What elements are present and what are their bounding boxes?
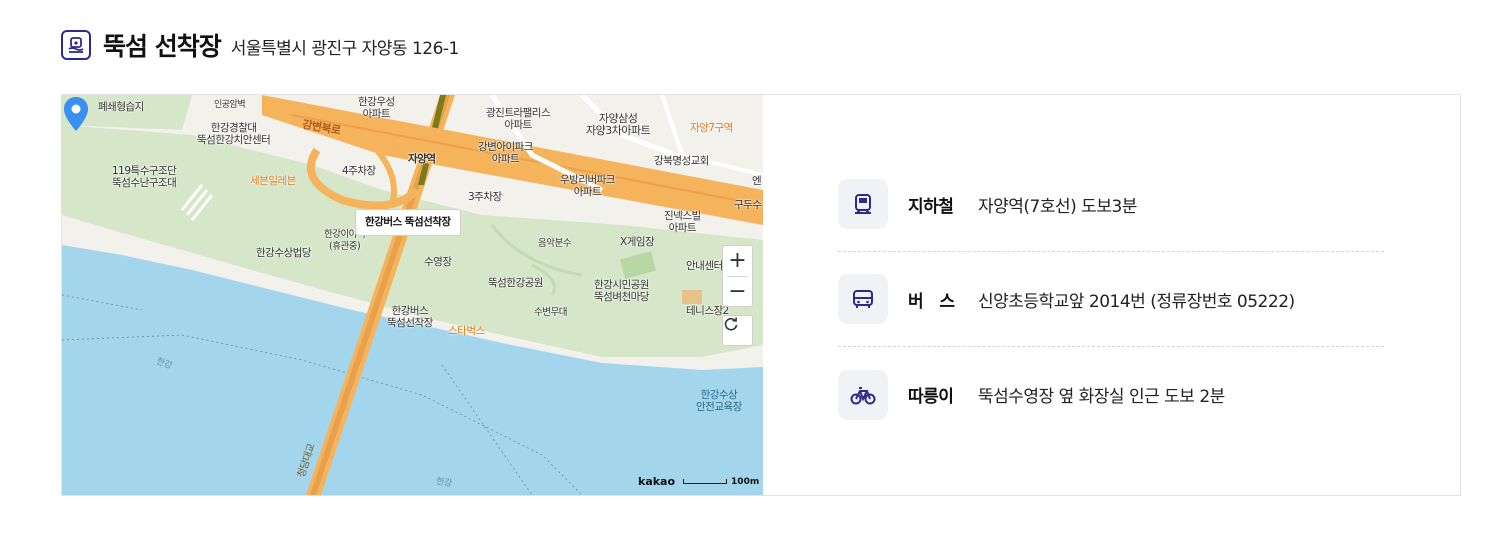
map-label: 3주차장 (468, 191, 502, 203)
scale-bar (683, 479, 728, 484)
map-label: X게임장 (620, 236, 655, 248)
map[interactable]: 폐쇄형습지 인공암벽 한강우성 아파트 광진트라팰리스 아파트 자양삼성 자양3… (62, 95, 763, 495)
map-label: 119특수구조단 뚝섬수난구조대 (112, 165, 177, 189)
transport-label: 따릉이 (908, 387, 954, 407)
transport-label: 버 스 (908, 291, 955, 312)
map-label: 뚝섬한강공원 (488, 277, 543, 289)
map-label: 구두수 (734, 199, 762, 211)
transport-row-bike: 따릉이 뚝섬수영장 옆 화장실 인근 도보 2분 (838, 347, 1384, 442)
location-pin-icon[interactable] (62, 95, 90, 135)
address: 서울특별시 광진구 자양동 126-1 (230, 39, 460, 59)
page-header: 뚝섬 선착장 서울특별시 광진구 자양동 126-1 (61, 28, 459, 62)
transport-row-subway: 지하철 자양역(7호선) 도보3분 (838, 157, 1384, 252)
map-label: 안내센터 (686, 260, 723, 272)
map-callout: 한강버스 뚝섬선착장 (355, 209, 461, 236)
location-card: 폐쇄형습지 인공암벽 한강우성 아파트 광진트라팰리스 아파트 자양삼성 자양3… (61, 94, 1461, 496)
map-label: 자양7구역 (690, 122, 733, 134)
map-label: 한강경찰대 뚝섬한강치안센터 (197, 122, 271, 146)
ferry-icon (61, 30, 91, 60)
transport-label: 지하철 (908, 196, 954, 217)
zoom-in-button[interactable]: + (723, 246, 752, 276)
bike-icon (838, 369, 888, 420)
transport-row-bus: 버 스 신양초등학교앞 2014번 (정류장번호 05222) (838, 252, 1384, 347)
map-label: 세븐일레븐 (250, 175, 296, 187)
refresh-button[interactable] (722, 315, 753, 346)
transport-value: 신양초등학교앞 2014번 (정류장번호 05222) (978, 291, 1295, 312)
scale-label: 100m (731, 476, 760, 487)
map-label: 인공암벽 (214, 100, 246, 110)
page-title: 뚝섬 선착장 (103, 32, 222, 61)
map-label: 수영장 (424, 256, 452, 268)
map-label: 4주차장 (342, 165, 376, 177)
map-label: 한강수상 안전교육장 (696, 389, 742, 413)
bus-icon (838, 274, 888, 324)
map-label: 엔 (752, 175, 762, 187)
transport-info: 지하철 자양역(7호선) 도보3분 버 스 신양초등학교앞 2014번 (정류장… (838, 157, 1384, 442)
map-label: 우방리버파크 아파트 (560, 174, 615, 198)
map-label: 한강우성 아파트 (358, 96, 395, 120)
map-label: 강북명성교회 (654, 155, 709, 167)
map-label: 자양삼성 자양3차아파트 (586, 112, 651, 137)
refresh-icon (724, 317, 738, 331)
map-label: 진넥스빌 아파트 (664, 210, 701, 234)
transport-value: 자양역(7호선) 도보3분 (978, 196, 1137, 217)
subway-icon (838, 179, 888, 229)
map-label: 한강버스 뚝섬선착장 (387, 305, 433, 329)
map-label: 광진트라팰리스 아파트 (486, 107, 551, 131)
transport-value: 뚝섬수영장 옆 화장실 인근 도보 2분 (978, 387, 1225, 407)
map-label: 강변아이파크 아파트 (478, 141, 533, 165)
map-scale: kakao 100m (638, 475, 759, 488)
map-label: 한강수상법당 (256, 247, 311, 259)
map-label: 자양역 (408, 153, 436, 165)
map-label: 스타벅스 (448, 325, 485, 337)
zoom-control: + − (722, 245, 753, 307)
map-label: 음악분수 (538, 238, 571, 249)
kakao-logo: kakao (638, 475, 676, 488)
map-label: 한강시민공원 뚝섬벼천마당 (594, 279, 649, 303)
map-label: 한강 (435, 476, 453, 490)
map-label: 폐쇄형습지 (98, 101, 144, 113)
zoom-out-button[interactable]: − (723, 277, 752, 307)
map-label: 수변무대 (534, 307, 567, 318)
